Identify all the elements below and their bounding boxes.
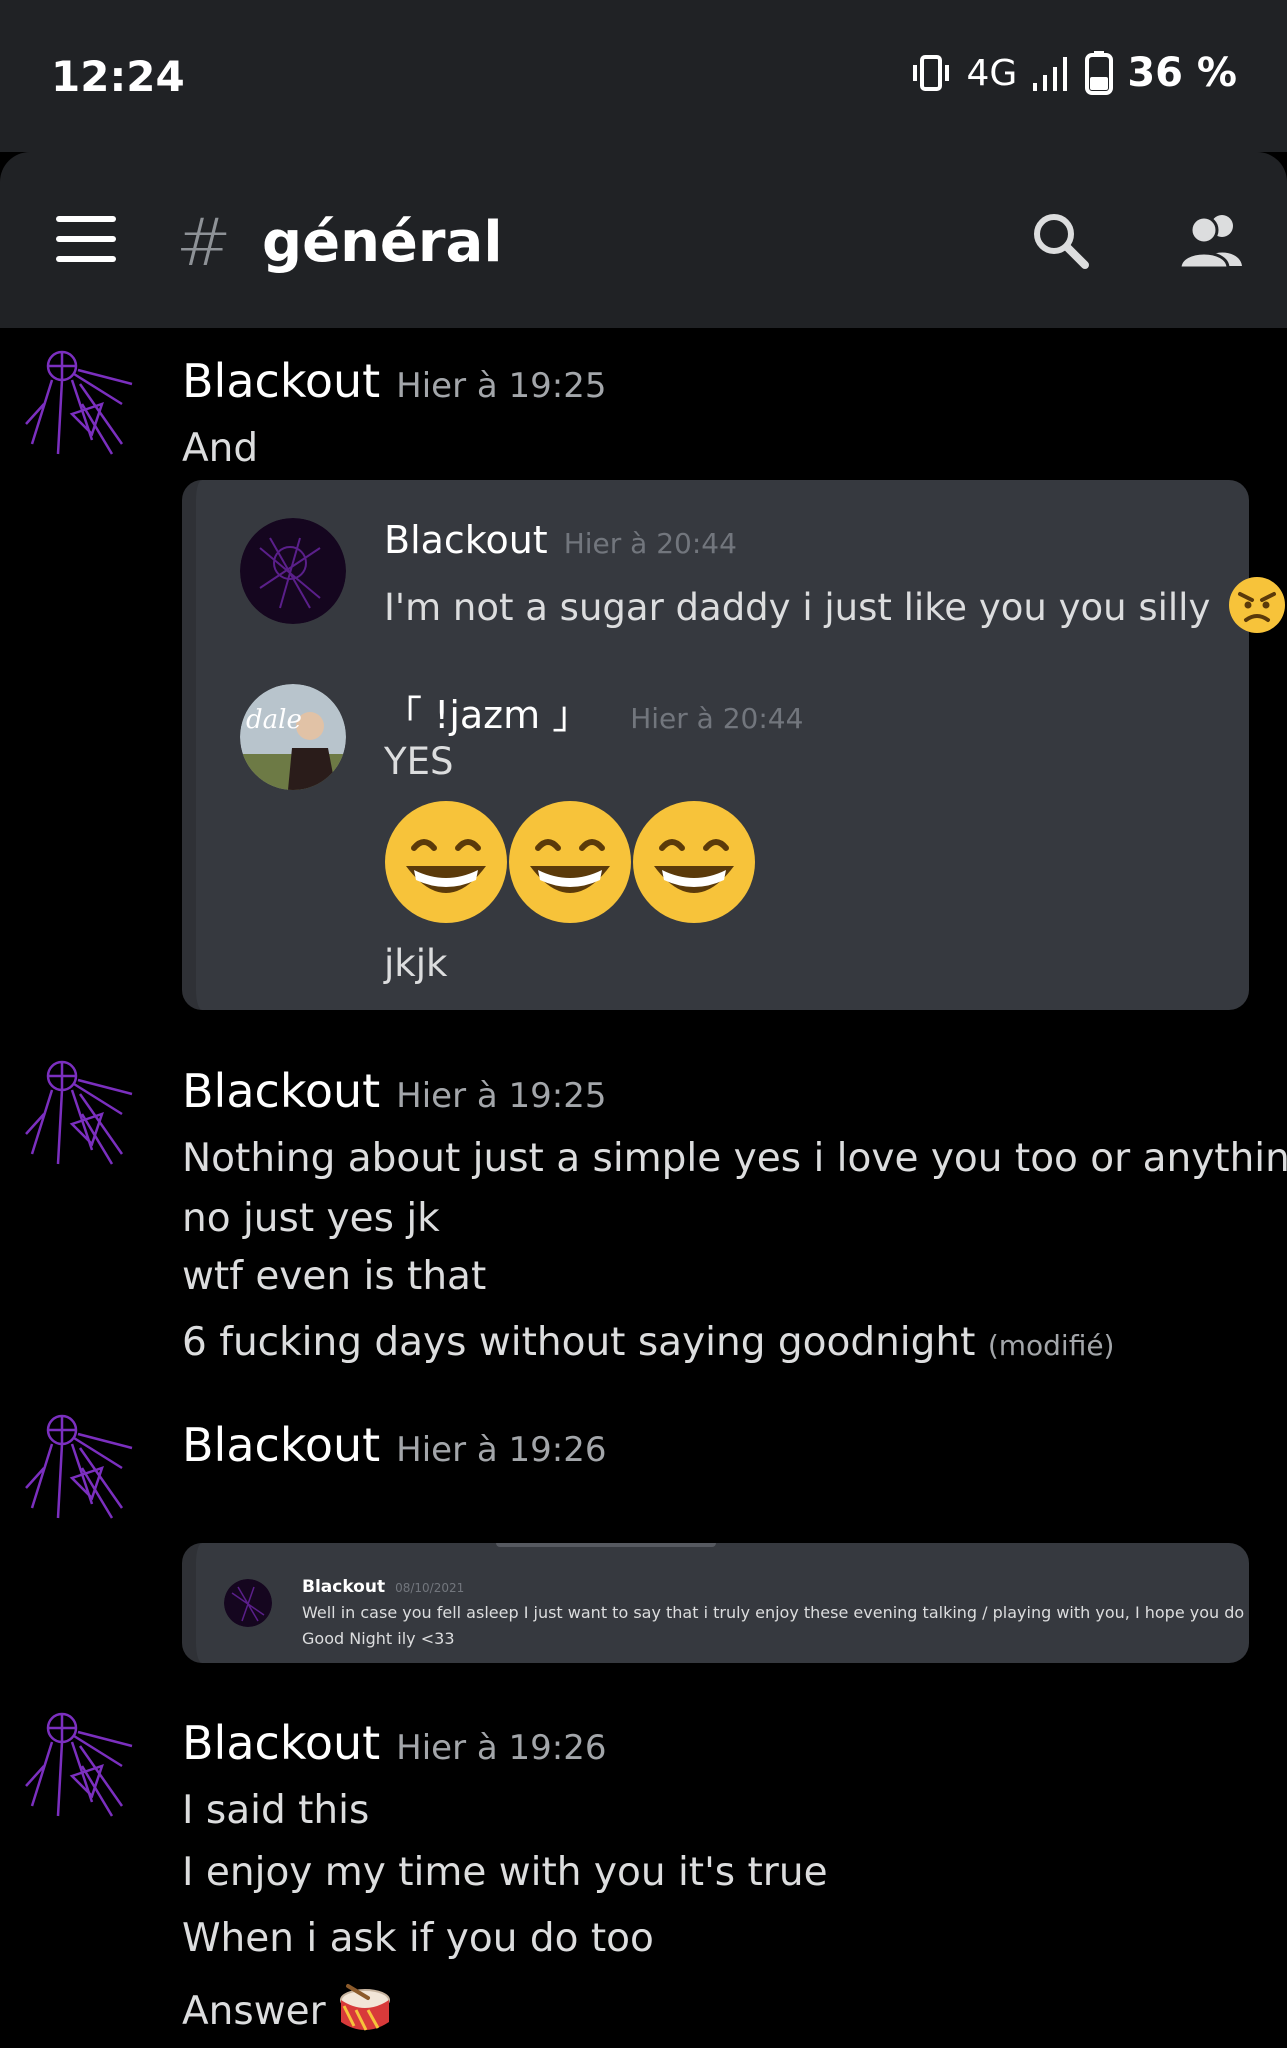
hash-icon: # [176,204,232,281]
message-text: I said this [182,1788,370,1833]
timestamp: Hier à 19:25 [396,366,607,406]
message-text: 6 fucking days without saying goodnight [182,1320,976,1365]
avatar: dale [240,684,346,790]
channel-name[interactable]: général [262,210,503,275]
avatar[interactable] [22,1706,142,1826]
author-name[interactable]: Blackout [182,1064,380,1118]
author-name[interactable]: Blackout [182,1418,380,1472]
angry-face-emoji [1229,577,1286,633]
status-icons: 4G 36 % [909,50,1237,96]
embed-text: YES [384,740,454,783]
timestamp: Hier à 19:26 [396,1430,607,1470]
embed-timestamp: Hier à 20:44 [563,527,737,560]
vibrate-icon [912,55,949,91]
avatar [240,518,346,624]
avatar[interactable] [22,344,142,464]
message-text: I enjoy my time with you it's true [182,1850,828,1895]
channel-header: # général [0,152,1287,328]
status-time: 12:24 [51,52,185,101]
embed-author: Blackout [384,518,548,562]
search-icon[interactable] [1030,210,1090,270]
grinning-face-emoji [385,801,507,923]
message-text: Answer [182,1989,326,2034]
svg-text:dale: dale [246,705,302,735]
embedded-image[interactable]: Blackout 08/10/2021 Well in case you fell… [182,1543,1249,1663]
message-text: Nothing about just a simple yes i love y… [182,1136,1287,1181]
embed-text: Good Night ily <33 [302,1629,455,1648]
cropped-text-fragment [496,1543,716,1547]
embed-text: jkjk [384,942,448,985]
message-text: When i ask if you do too [182,1916,654,1961]
grinning-face-emoji [509,801,631,923]
timestamp: Hier à 19:25 [396,1076,607,1116]
timestamp: Hier à 19:26 [396,1728,607,1768]
embed-text: Well in case you fell asleep I just want… [302,1603,1249,1622]
grinning-face-emoji [633,801,755,923]
hamburger-menu-icon[interactable] [56,216,116,262]
status-bar: 12:24 4G 36 % [0,0,1287,152]
members-icon[interactable] [1178,210,1244,270]
embed-author: Blackout [302,1577,386,1597]
signal-icon [1033,57,1068,91]
battery-icon [1085,51,1114,95]
drum-emoji [340,1984,391,2031]
embed-author: 「 !jazm 」 [384,693,591,737]
embed-text: I'm not a sugar daddy i just like you yo… [384,586,1211,629]
message-text: no just yes jk [182,1196,440,1241]
message-text: wtf even is that [182,1254,487,1299]
embed-timestamp: 08/10/2021 [395,1581,465,1595]
embedded-image[interactable]: Blackout Hier à 20:44 I'm not a sugar dad… [182,480,1286,1010]
message-text: And [182,426,259,471]
edited-label: (modifié) [987,1329,1115,1362]
author-name[interactable]: Blackout [182,1716,380,1770]
battery-level: 36 % [1127,50,1237,96]
author-name[interactable]: Blackout [182,354,380,408]
avatar[interactable] [22,1054,142,1174]
avatar[interactable] [22,1408,142,1528]
avatar [224,1579,272,1627]
network-type: 4G [966,52,1018,94]
embed-timestamp: Hier à 20:44 [630,702,804,735]
